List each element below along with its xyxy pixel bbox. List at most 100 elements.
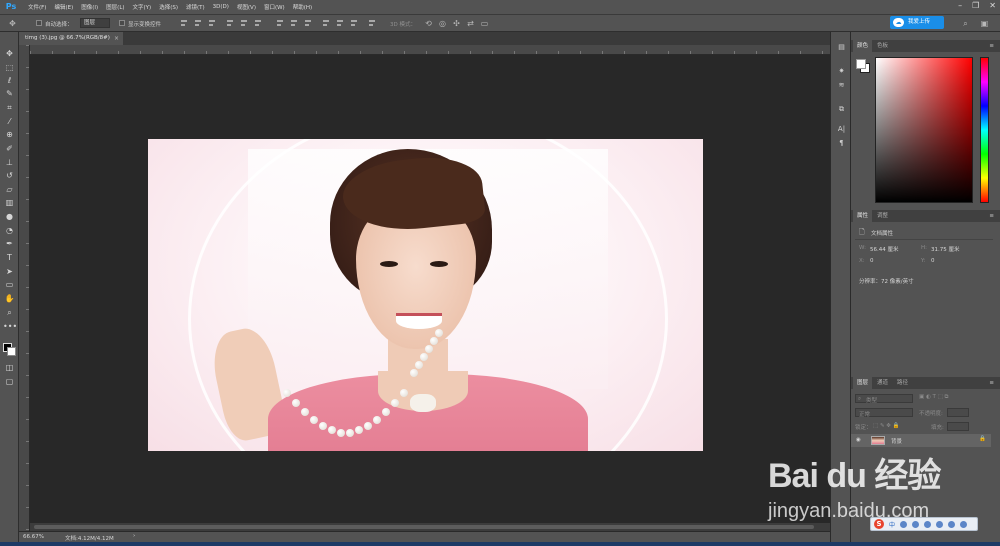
quick-mask-icon[interactable]: ◫ xyxy=(3,362,16,373)
brush-presets-icon[interactable]: ≋ xyxy=(836,80,847,91)
menu-file[interactable]: 文件(F) xyxy=(28,3,46,11)
align-hcenter-icon[interactable] xyxy=(240,19,248,28)
panel-menu-icon[interactable]: ≡ xyxy=(985,40,998,52)
3d-slide-icon[interactable]: ⇄ xyxy=(466,19,475,28)
menu-image[interactable]: 图像(I) xyxy=(81,3,98,11)
vertical-ruler[interactable] xyxy=(19,45,30,531)
zoom-tool-icon[interactable]: ⌕ xyxy=(3,307,16,318)
eraser-tool-icon[interactable]: ▱ xyxy=(3,184,16,195)
document-tab[interactable]: timg (3).jpg @ 66.7%(RGB/8#) × xyxy=(19,32,123,45)
ime-user-icon[interactable] xyxy=(948,520,956,528)
character-panel-icon[interactable]: A| xyxy=(836,124,847,135)
distribute-hcenter-icon[interactable] xyxy=(336,19,344,28)
align-vcenter-icon[interactable] xyxy=(194,19,202,28)
tab-adjustments[interactable]: 调整 xyxy=(873,210,892,222)
auto-align-icon[interactable] xyxy=(368,19,376,28)
ime-emoji-icon[interactable] xyxy=(912,520,920,528)
tab-channels[interactable]: 通道 xyxy=(873,377,892,389)
menu-select[interactable]: 选择(S) xyxy=(159,3,178,11)
brush-tool-icon[interactable]: ✐ xyxy=(3,143,16,154)
menu-edit[interactable]: 编辑(E) xyxy=(54,3,73,11)
pen-tool-icon[interactable]: ✒ xyxy=(3,238,16,249)
menu-type[interactable]: 文字(Y) xyxy=(133,3,152,11)
path-select-tool-icon[interactable]: ➤ xyxy=(3,266,16,277)
screen-mode-icon[interactable]: ▢ xyxy=(3,376,16,387)
horizontal-ruler[interactable] xyxy=(30,45,830,55)
status-menu-arrow-icon[interactable]: › xyxy=(133,533,135,539)
scrollbar-thumb[interactable] xyxy=(34,525,814,529)
3d-rotate-icon[interactable]: ⟲ xyxy=(424,19,433,28)
dodge-tool-icon[interactable]: ◔ xyxy=(3,225,16,236)
lock-icons[interactable]: ⬚ ✎ ✥ 🔒 xyxy=(873,423,900,429)
fill-field[interactable] xyxy=(947,422,969,431)
distribute-left-icon[interactable] xyxy=(322,19,330,28)
more-tools-icon[interactable]: ••• xyxy=(3,321,17,332)
history-brush-tool-icon[interactable]: ↺ xyxy=(3,170,16,181)
distribute-bottom-icon[interactable] xyxy=(304,19,312,28)
eyedropper-tool-icon[interactable]: ⁄ xyxy=(3,116,16,127)
ime-keyboard-icon[interactable] xyxy=(936,520,944,528)
color-picker-field[interactable] xyxy=(875,57,973,203)
tab-color[interactable]: 颜色 xyxy=(853,40,873,52)
brush-settings-icon[interactable]: ✷ xyxy=(836,66,847,77)
distribute-right-icon[interactable] xyxy=(350,19,358,28)
layer-filter-icons[interactable]: ▣ ◐ T ⬚ ⧉ xyxy=(919,394,948,401)
3d-pan-icon[interactable]: ✣ xyxy=(452,19,461,28)
auto-select-checkbox[interactable] xyxy=(36,20,42,26)
move-tool-preset-icon[interactable]: ✥ xyxy=(8,19,17,28)
move-tool-icon[interactable]: ✥ xyxy=(3,48,16,59)
quick-select-tool-icon[interactable]: ✎ xyxy=(3,88,16,99)
align-bottom-icon[interactable] xyxy=(208,19,216,28)
history-panel-icon[interactable]: ▤ xyxy=(836,42,847,53)
paragraph-panel-icon[interactable]: ¶ xyxy=(836,138,847,149)
upload-button[interactable]: ☁ 我爱上传 xyxy=(890,16,944,29)
clone-source-icon[interactable]: ⧉ xyxy=(836,104,847,115)
ime-toolbar[interactable]: S 中 xyxy=(870,517,978,531)
ime-skin-icon[interactable] xyxy=(960,520,968,528)
marquee-tool-icon[interactable]: ⬚ xyxy=(3,62,16,73)
auto-select-dropdown[interactable]: 图层 xyxy=(80,18,110,28)
close-icon[interactable]: ✕ xyxy=(989,1,996,10)
restore-icon[interactable]: ❐ xyxy=(972,1,979,10)
align-top-icon[interactable] xyxy=(180,19,188,28)
menu-layer[interactable]: 图层(L) xyxy=(106,3,124,11)
tab-paths[interactable]: 路径 xyxy=(893,377,912,389)
hand-tool-icon[interactable]: ✋ xyxy=(3,293,16,304)
blur-tool-icon[interactable]: ● xyxy=(3,211,16,222)
menu-3d[interactable]: 3D(D) xyxy=(213,4,229,10)
distribute-vcenter-icon[interactable] xyxy=(290,19,298,28)
tab-swatches[interactable]: 色板 xyxy=(873,40,892,52)
lasso-tool-icon[interactable]: ℓ xyxy=(3,75,16,86)
blend-mode-dropdown[interactable]: 正常 xyxy=(855,408,913,418)
layer-kind-filter[interactable]: ⌕ 类型 xyxy=(855,394,913,404)
align-left-icon[interactable] xyxy=(226,19,234,28)
tab-properties[interactable]: 属性 xyxy=(853,210,873,222)
ime-voice-icon[interactable] xyxy=(924,520,932,528)
workspace-icon[interactable]: ▣ xyxy=(980,19,989,28)
show-transform-checkbox[interactable] xyxy=(119,20,125,26)
ime-language[interactable]: 中 xyxy=(889,520,895,529)
menu-view[interactable]: 视图(V) xyxy=(237,3,256,11)
menu-window[interactable]: 窗口(W) xyxy=(264,3,285,11)
width-value[interactable]: 56.44 厘米 xyxy=(870,245,899,253)
crop-tool-icon[interactable]: ⌗ xyxy=(3,102,16,113)
panel-menu-icon[interactable]: ≡ xyxy=(985,377,998,389)
type-tool-icon[interactable]: T xyxy=(3,252,16,263)
3d-roll-icon[interactable]: ◎ xyxy=(438,19,447,28)
document-canvas-photo[interactable] xyxy=(148,139,703,451)
healing-brush-tool-icon[interactable]: ⊕ xyxy=(3,129,16,140)
zoom-level[interactable]: 66.67% xyxy=(23,534,44,540)
panel-menu-icon[interactable]: ≡ xyxy=(985,210,998,222)
shape-tool-icon[interactable]: ▭ xyxy=(3,279,16,290)
tab-layers[interactable]: 图层 xyxy=(853,377,873,389)
menu-filter[interactable]: 滤镜(T) xyxy=(186,3,205,11)
mini-foreground-swatch[interactable] xyxy=(856,59,866,69)
minimize-icon[interactable]: – xyxy=(958,1,962,10)
height-value[interactable]: 31.75 厘米 xyxy=(931,245,960,253)
align-right-icon[interactable] xyxy=(254,19,262,28)
horizontal-scrollbar[interactable] xyxy=(30,523,830,531)
clone-stamp-tool-icon[interactable]: ⊥ xyxy=(3,157,16,168)
3d-scale-icon[interactable]: ▭ xyxy=(480,19,489,28)
x-value[interactable]: 0 xyxy=(870,258,874,264)
distribute-top-icon[interactable] xyxy=(276,19,284,28)
